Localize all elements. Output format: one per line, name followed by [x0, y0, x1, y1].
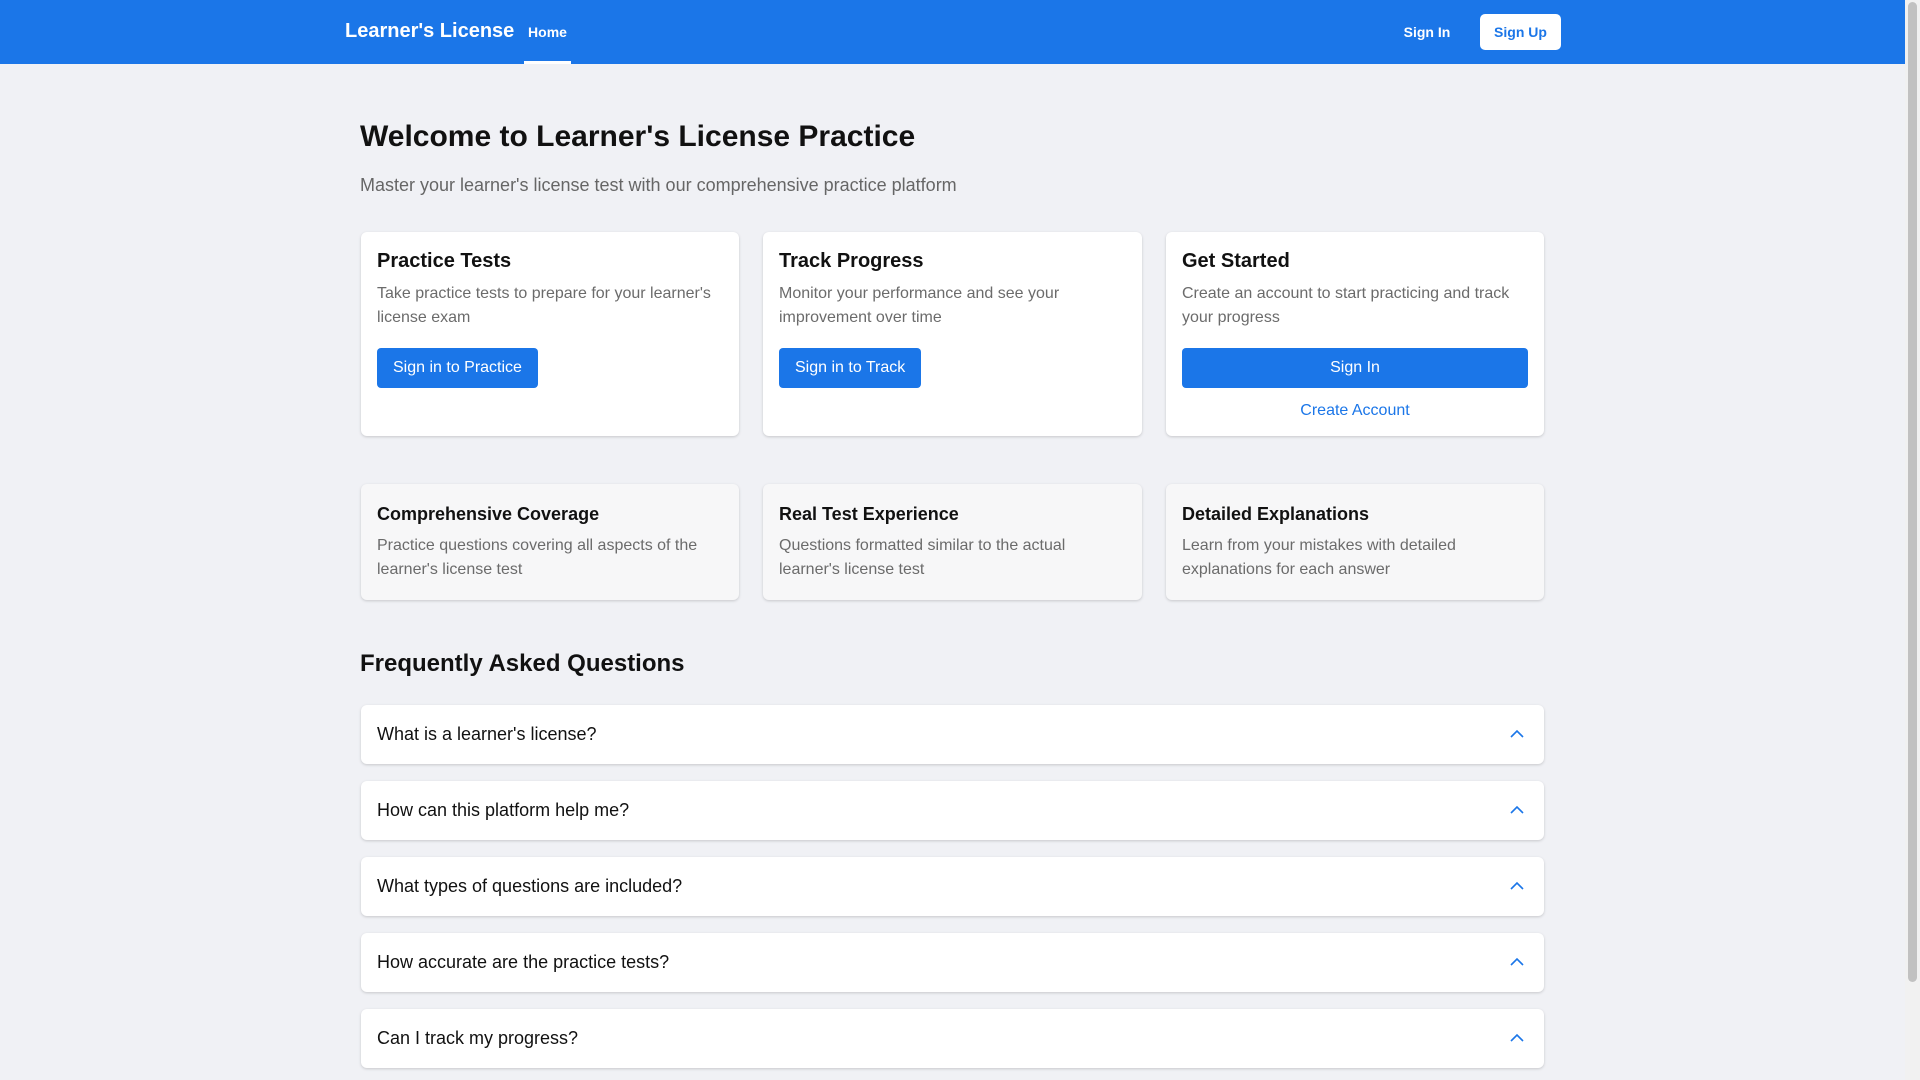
sign-in-to-practice-button[interactable]: Sign in to Practice	[377, 348, 538, 388]
faq-question: How accurate are the practice tests?	[377, 952, 670, 972]
faq-question: What types of questions are included?	[377, 876, 683, 896]
faq-question: Can I track my progress?	[377, 1028, 579, 1048]
faq-item[interactable]: What is a learner's license?	[361, 705, 1544, 764]
nav-sign-up-button[interactable]: Sign Up	[1480, 14, 1561, 50]
page-scrollbar[interactable]	[1905, 0, 1920, 1080]
feature-card-coverage: Comprehensive Coverage Practice question…	[361, 484, 739, 600]
practice-tests-card: Practice Tests Take practice tests to pr…	[361, 232, 739, 436]
create-account-link[interactable]: Create Account	[1182, 396, 1528, 426]
faq-question: How can this platform help me?	[377, 800, 630, 820]
feature-description: Practice questions covering all aspects …	[377, 537, 698, 578]
chevron-up-icon[interactable]	[1508, 801, 1526, 819]
faq-question: What is a learner's license?	[377, 724, 597, 744]
card-title: Get Started	[1182, 250, 1290, 272]
scrollbar-thumb[interactable]	[1908, 2, 1917, 982]
chevron-up-icon[interactable]	[1508, 1029, 1526, 1047]
card-title: Track Progress	[779, 250, 924, 272]
track-progress-card: Track Progress Monitor your performance …	[763, 232, 1142, 436]
faq-item[interactable]: What types of questions are included?	[361, 857, 1544, 916]
chevron-up-icon[interactable]	[1508, 877, 1526, 895]
faq-heading: Frequently Asked Questions	[360, 650, 685, 677]
feature-title: Detailed Explanations	[1182, 504, 1370, 524]
app-bar: Learner's License Home Sign In Sign Up	[0, 0, 1905, 64]
card-description: Monitor your performance and see your im…	[779, 285, 1060, 326]
nav-home-tab[interactable]: Home	[524, 0, 571, 64]
feature-description: Questions formatted similar to the actua…	[779, 537, 1066, 578]
card-description: Create an account to start practicing an…	[1182, 285, 1510, 326]
feature-title: Comprehensive Coverage	[377, 504, 600, 524]
brand-title[interactable]: Learner's License	[345, 20, 514, 43]
card-title: Practice Tests	[377, 250, 512, 272]
chevron-up-icon[interactable]	[1508, 725, 1526, 743]
feature-card-explanations: Detailed Explanations Learn from your mi…	[1166, 484, 1544, 600]
feature-title: Real Test Experience	[779, 504, 959, 524]
nav-sign-in-button[interactable]: Sign In	[1387, 0, 1467, 64]
page-title: Welcome to Learner's License Practice	[360, 120, 916, 153]
chevron-up-icon[interactable]	[1508, 953, 1526, 971]
sign-in-to-track-button[interactable]: Sign in to Track	[779, 348, 922, 388]
page-subtitle: Master your learner's license test with …	[360, 175, 957, 195]
faq-item[interactable]: How accurate are the practice tests?	[361, 933, 1544, 992]
card-sign-in-button[interactable]: Sign In	[1182, 348, 1528, 388]
get-started-card: Get Started Create an account to start p…	[1166, 232, 1544, 436]
faq-item[interactable]: Can I track my progress?	[361, 1009, 1544, 1068]
feature-description: Learn from your mistakes with detailed e…	[1182, 537, 1456, 578]
faq-item[interactable]: How can this platform help me?	[361, 781, 1544, 840]
card-description: Take practice tests to prepare for your …	[377, 285, 711, 326]
feature-card-real-test: Real Test Experience Questions formatted…	[763, 484, 1142, 600]
